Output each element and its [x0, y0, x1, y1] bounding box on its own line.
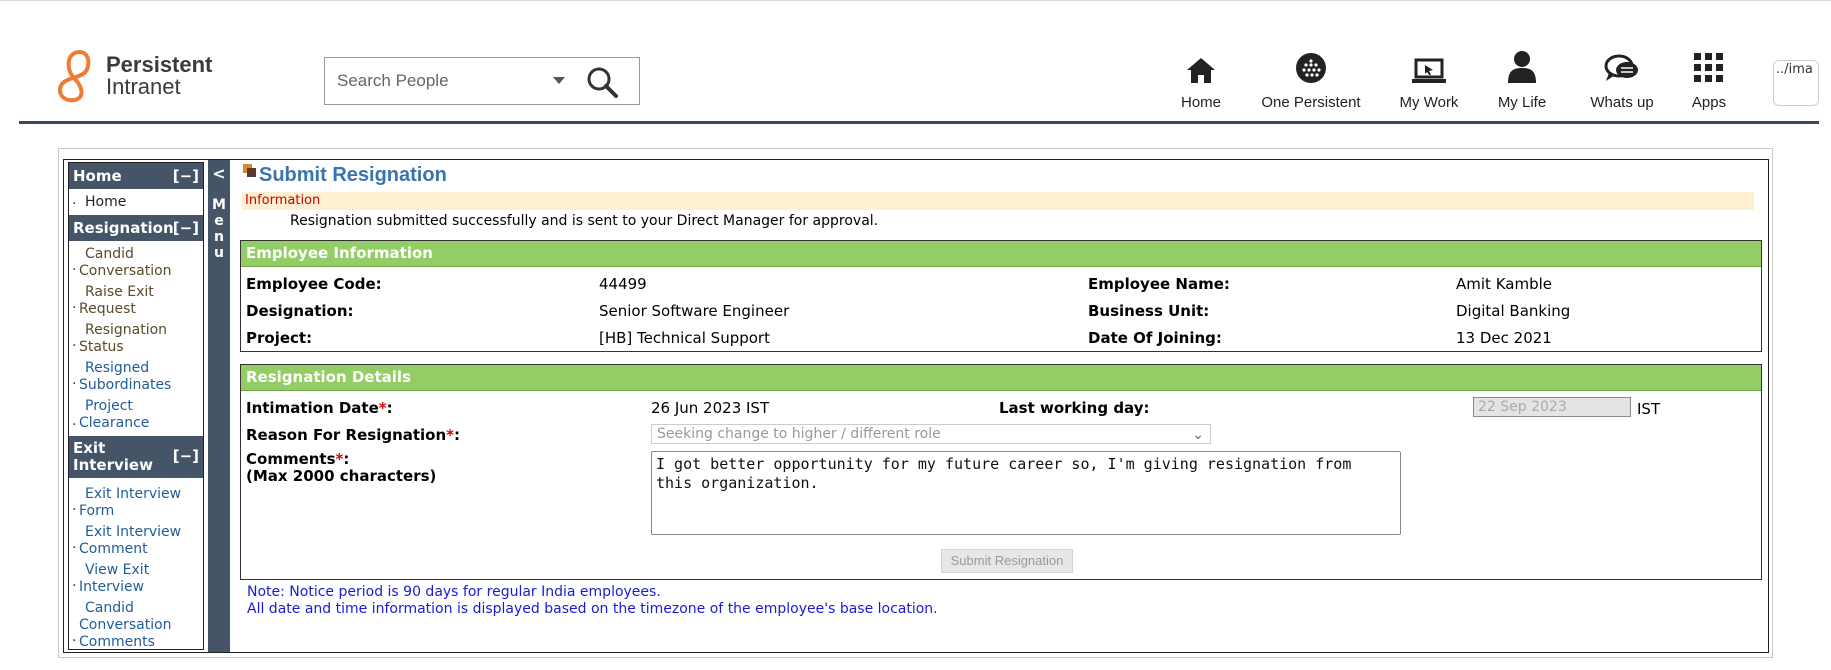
menu-item-raise-exit-request[interactable]: Raise Exit Request	[69, 281, 203, 319]
collapse-toggle[interactable]: [−]	[173, 448, 199, 465]
timezone-note: All date and time information is display…	[247, 601, 938, 617]
persistent-logo[interactable]: Persistent Intranet	[46, 48, 216, 104]
menu-item-home[interactable]: Home	[69, 190, 203, 215]
doj-label: Date Of Joining:	[1088, 329, 1222, 347]
people-search	[324, 57, 640, 105]
main-content: Submit Resignation Information Resignati…	[240, 160, 1768, 652]
comments-limit-note: (Max 2000 characters)	[246, 467, 437, 485]
project-label: Project:	[246, 329, 313, 347]
menu-group-resignation[interactable]: Resignation [−]	[69, 215, 203, 242]
reason-label: Reason For Resignation*:	[246, 426, 461, 444]
apps-grid-icon	[1694, 53, 1723, 82]
nav-apps[interactable]: Apps	[1679, 46, 1739, 111]
left-menu: Home [−] Home Resignation [−] Candid Con…	[68, 162, 204, 650]
last-working-day-input[interactable]: 22 Sep 2023	[1473, 397, 1631, 417]
laptop-icon	[1412, 58, 1446, 83]
business-unit-value: Digital Banking	[1456, 302, 1571, 320]
comments-label: Comments*: (Max 2000 characters)	[246, 450, 437, 485]
nav-home[interactable]: Home	[1166, 46, 1236, 111]
search-icon[interactable]	[583, 64, 623, 100]
last-working-day-tz: IST	[1637, 400, 1661, 418]
menu-item-candid-conversation-comments[interactable]: Candid Conversation Comments	[69, 597, 203, 652]
collapse-arrow-icon[interactable]: <	[208, 164, 230, 183]
section-heading: Employee Information	[241, 241, 1761, 267]
chevron-down-icon: ⌄	[1192, 427, 1204, 443]
menu-strip-label: Menu	[212, 197, 226, 261]
employee-name-label: Employee Name:	[1088, 275, 1230, 293]
logo-subtitle: Intranet	[106, 74, 181, 99]
person-icon	[1508, 51, 1536, 83]
submit-resignation-button[interactable]: Submit Resignation	[941, 549, 1073, 573]
success-message: Resignation submitted successfully and i…	[290, 213, 879, 229]
menu-item-exit-interview-comment[interactable]: Exit Interview Comment	[69, 521, 203, 559]
search-input[interactable]	[325, 58, 545, 104]
logo-mark-icon	[57, 49, 91, 103]
menu-item-candid-conversation[interactable]: Candid Conversation	[69, 242, 203, 281]
page-title-icon	[243, 164, 257, 178]
business-unit-label: Business Unit:	[1088, 302, 1210, 320]
top-border	[0, 0, 1831, 3]
menu-item-exit-interview-form[interactable]: Exit Interview Form	[69, 479, 203, 521]
content-frame: Home [−] Home Resignation [−] Candid Con…	[58, 148, 1773, 658]
doj-value: 13 Dec 2021	[1456, 329, 1552, 347]
project-value: [HB] Technical Support	[599, 329, 770, 347]
avatar[interactable]: ../ima	[1773, 60, 1819, 106]
chat-icon	[1604, 54, 1638, 81]
collapse-toggle[interactable]: [−]	[173, 219, 199, 237]
menu-item-resignation-status[interactable]: Resignation Status	[69, 319, 203, 357]
reason-select[interactable]: Seeking change to higher / different rol…	[651, 424, 1211, 444]
comments-textarea[interactable]: I got better opportunity for my future c…	[651, 451, 1401, 535]
avatar-alt-text: ../ima	[1776, 62, 1813, 77]
nav-my-work[interactable]: My Work	[1384, 46, 1474, 111]
nav-one-persistent[interactable]: One Persistent	[1251, 46, 1371, 111]
menu-item-view-exit-interview[interactable]: View Exit Interview	[69, 559, 203, 597]
employee-code-label: Employee Code:	[246, 275, 382, 293]
info-banner: Information	[242, 192, 1754, 210]
nav-my-life[interactable]: My Life	[1487, 46, 1557, 111]
page-title: Submit Resignation	[243, 164, 447, 187]
menu-group-exit-interview[interactable]: Exit Interview [−]	[69, 436, 203, 479]
globe-icon	[1296, 53, 1326, 83]
section-heading: Resignation Details	[241, 365, 1761, 391]
collapse-toggle[interactable]: [−]	[173, 167, 199, 185]
search-dropdown-icon[interactable]	[553, 77, 565, 84]
employee-name-value: Amit Kamble	[1456, 275, 1552, 293]
last-working-day-label: Last working day:	[999, 399, 1150, 417]
menu-collapse-strip[interactable]: < Menu	[208, 160, 230, 652]
notice-period-note: Note: Notice period is 90 days for regul…	[247, 584, 661, 600]
home-icon	[1187, 58, 1215, 83]
designation-value: Senior Software Engineer	[599, 302, 790, 320]
nav-whats-up[interactable]: Whats up	[1572, 46, 1672, 111]
menu-group-home[interactable]: Home [−]	[69, 163, 203, 190]
intimation-date-label: Intimation Date*:	[246, 399, 393, 417]
designation-label: Designation:	[246, 302, 354, 320]
employee-info-section: Employee Information Employee Code: 4449…	[240, 240, 1762, 352]
employee-code-value: 44499	[599, 275, 647, 293]
info-label: Information	[245, 193, 321, 208]
site-header: Persistent Intranet Home One Persistent …	[19, 36, 1819, 124]
resignation-details-section: Resignation Details Intimation Date*: 26…	[240, 364, 1762, 580]
intimation-date-value: 26 Jun 2023 IST	[651, 399, 770, 417]
menu-item-resigned-subordinates[interactable]: Resigned Subordinates	[69, 357, 203, 395]
logo-title: Persistent	[106, 52, 213, 77]
menu-item-project-clearance[interactable]: Project Clearance	[69, 395, 203, 436]
